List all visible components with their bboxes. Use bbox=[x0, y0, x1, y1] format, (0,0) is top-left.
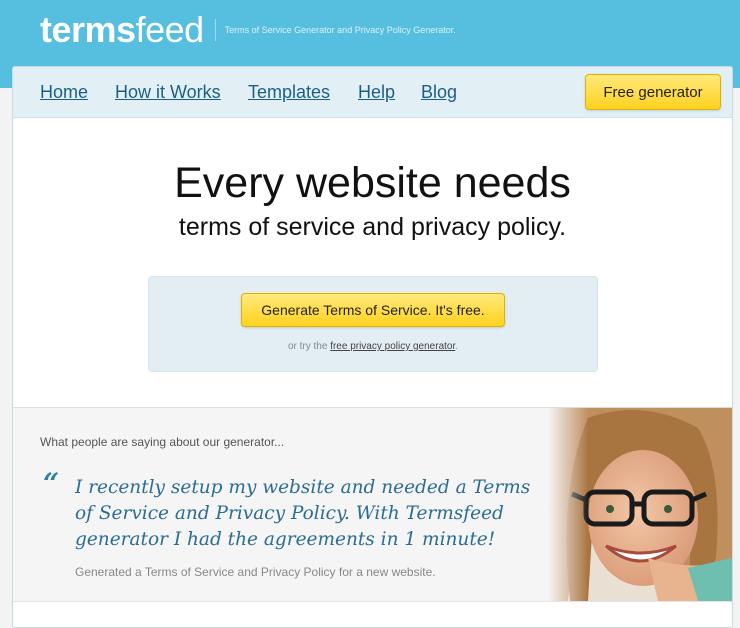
main-panel: Home How it Works Templates Help Blog Fr… bbox=[12, 66, 733, 628]
nav-link-home[interactable]: Home bbox=[40, 82, 88, 103]
cta-box: Generate Terms of Service. It's free. or… bbox=[148, 276, 598, 372]
logo-light-text: feed bbox=[135, 9, 205, 50]
cta-note-suffix: . bbox=[455, 341, 459, 352]
testimonial-section: What people are saying about our generat… bbox=[13, 407, 732, 602]
testimonial-quote: I recently setup my website and needed a… bbox=[75, 477, 531, 550]
hero-subtitle: terms of service and privacy policy. bbox=[178, 213, 567, 241]
testimonial-caption: Generated a Terms of Service and Privacy… bbox=[75, 565, 436, 579]
site-logo[interactable]: termsfeed bbox=[40, 10, 204, 50]
logo-divider bbox=[214, 19, 216, 41]
logo-bold-text: terms bbox=[40, 9, 136, 50]
generate-tos-button[interactable]: Generate Terms of Service. It's free. bbox=[241, 293, 505, 327]
privacy-policy-generator-link[interactable]: free privacy policy generator bbox=[330, 341, 455, 352]
site-tagline: Terms of Service Generator and Privacy P… bbox=[224, 25, 456, 35]
hero-title: Every website needs bbox=[174, 159, 571, 207]
cta-note-prefix: or try the bbox=[287, 341, 331, 352]
nav-link-blog[interactable]: Blog bbox=[421, 82, 457, 103]
cta-note: or try the free privacy policy generator… bbox=[149, 341, 597, 352]
nav-link-how-it-works[interactable]: How it Works bbox=[115, 82, 221, 103]
brand: termsfeed Terms of Service Generator and… bbox=[40, 10, 456, 50]
nav-link-templates[interactable]: Templates bbox=[248, 82, 330, 103]
nav-link-help[interactable]: Help bbox=[358, 82, 395, 103]
testimonial-heading: What people are saying about our generat… bbox=[40, 435, 285, 449]
free-generator-button[interactable]: Free generator bbox=[585, 74, 721, 110]
testimonial-photo bbox=[548, 408, 732, 601]
main-nav: Home How it Works Templates Help Blog Fr… bbox=[13, 67, 732, 118]
quote-mark-icon: “ bbox=[43, 467, 60, 500]
